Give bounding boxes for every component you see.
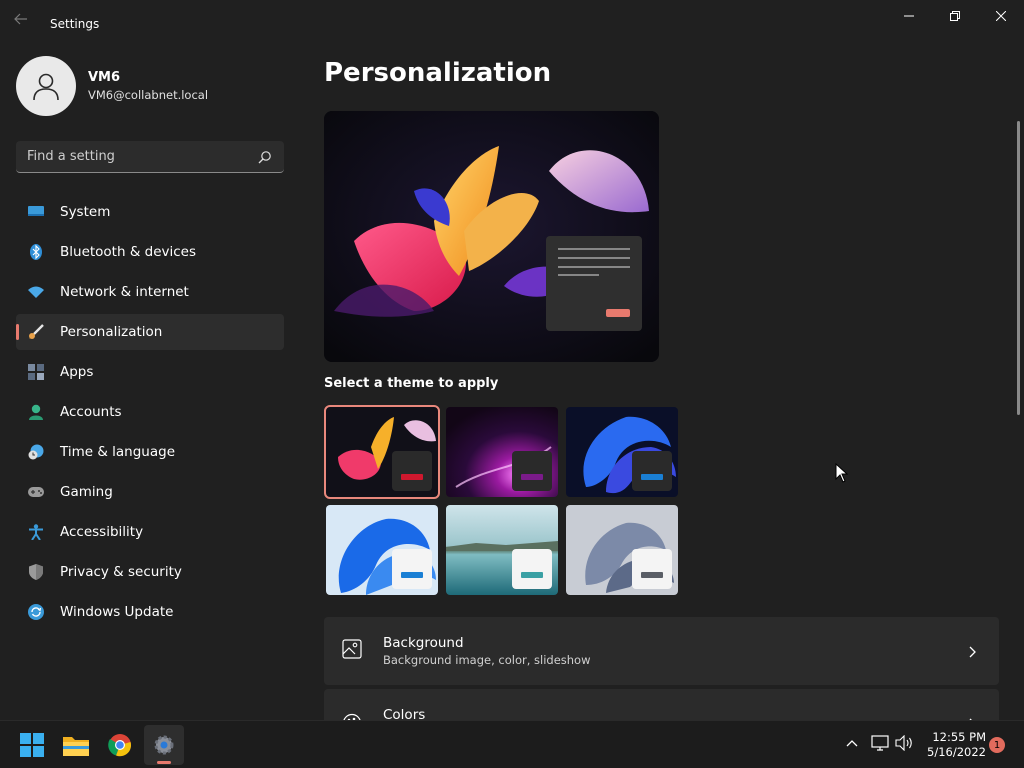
sidebar-item-label: System bbox=[60, 204, 111, 220]
theme-tile[interactable] bbox=[446, 505, 558, 595]
theme-tile[interactable] bbox=[324, 405, 440, 499]
bluetooth-icon bbox=[28, 244, 44, 260]
theme-color-preview bbox=[512, 451, 552, 491]
brush-icon bbox=[28, 324, 44, 340]
sidebar-item-label: Time & language bbox=[60, 444, 176, 460]
gamepad-icon bbox=[28, 484, 44, 500]
main-content: Personalization Select a theme to apply … bbox=[324, 0, 1014, 720]
card-subtitle: Background image, color, slideshow bbox=[383, 653, 591, 667]
speaker-icon bbox=[895, 735, 912, 751]
gear-icon bbox=[154, 735, 174, 755]
sidebar-item-privacy[interactable]: Privacy & security bbox=[16, 554, 284, 590]
sidebar-item-label: Bluetooth & devices bbox=[60, 244, 197, 260]
image-icon bbox=[342, 639, 362, 663]
sidebar-item-label: Gaming bbox=[60, 484, 113, 500]
sidebar-item-personalization[interactable]: Personalization bbox=[16, 314, 284, 350]
chrome-button[interactable] bbox=[100, 725, 140, 765]
taskbar: 12:55 PM 5/16/2022 1 bbox=[0, 720, 1024, 768]
user-email: VM6@collabnet.local bbox=[88, 88, 209, 102]
page-title: Personalization bbox=[324, 58, 552, 88]
clock-date: 5/16/2022 bbox=[927, 745, 986, 759]
update-icon bbox=[28, 604, 44, 620]
apps-icon bbox=[28, 364, 44, 380]
shield-icon bbox=[28, 564, 44, 580]
app-title: Settings bbox=[50, 17, 100, 31]
sidebar-item-label: Accessibility bbox=[60, 524, 144, 540]
sidebar-item-apps[interactable]: Apps bbox=[16, 354, 284, 390]
sidebar-item-system[interactable]: System bbox=[16, 194, 284, 230]
wifi-icon bbox=[28, 284, 44, 300]
sidebar-item-label: Privacy & security bbox=[60, 564, 182, 580]
background-settings-card[interactable]: Background Background image, color, slid… bbox=[324, 617, 999, 685]
notification-badge[interactable]: 1 bbox=[989, 737, 1005, 753]
theme-color-preview bbox=[632, 549, 672, 589]
chrome-icon bbox=[108, 734, 131, 757]
card-title: Background bbox=[383, 635, 464, 651]
show-hidden-icons-button[interactable] bbox=[842, 733, 862, 753]
sidebar-item-accessibility[interactable]: Accessibility bbox=[16, 514, 284, 550]
preview-wallpaper bbox=[324, 111, 659, 362]
sidebar-item-label: Network & internet bbox=[60, 284, 189, 300]
sidebar-item-windows-update[interactable]: Windows Update bbox=[16, 594, 284, 630]
sidebar-item-accounts[interactable]: Accounts bbox=[16, 394, 284, 430]
user-icon bbox=[33, 73, 59, 101]
account-icon bbox=[28, 404, 44, 420]
back-arrow-icon[interactable] bbox=[14, 13, 32, 29]
sidebar-item-label: Personalization bbox=[60, 324, 163, 340]
colors-settings-card[interactable]: Colors bbox=[324, 689, 999, 720]
settings-window: Settings VM6 VM6@collabnet.local Find a … bbox=[0, 0, 1024, 720]
sidebar-item-time-language[interactable]: Time & language bbox=[16, 434, 284, 470]
accessibility-icon bbox=[28, 524, 44, 540]
search-icon[interactable] bbox=[258, 149, 272, 168]
search-box[interactable] bbox=[16, 141, 284, 173]
sidebar-nav: System Bluetooth & devices Network & int… bbox=[16, 194, 284, 634]
theme-color-preview bbox=[392, 451, 432, 491]
clock-time: 12:55 PM bbox=[932, 730, 986, 744]
sidebar-item-gaming[interactable]: Gaming bbox=[16, 474, 284, 510]
theme-section-heading: Select a theme to apply bbox=[324, 376, 499, 391]
sidebar-item-label: Apps bbox=[60, 364, 94, 380]
theme-tile[interactable] bbox=[566, 505, 678, 595]
system-icon bbox=[28, 204, 44, 220]
palette-icon bbox=[342, 713, 362, 720]
sidebar-item-network[interactable]: Network & internet bbox=[16, 274, 284, 310]
user-name: VM6 bbox=[88, 70, 121, 85]
card-title: Colors bbox=[383, 707, 426, 720]
search-input[interactable] bbox=[27, 149, 247, 164]
active-app-indicator bbox=[157, 761, 171, 764]
theme-color-preview bbox=[512, 549, 552, 589]
clock-globe-icon bbox=[28, 444, 44, 460]
volume-tray-button[interactable] bbox=[894, 733, 914, 753]
theme-tile[interactable] bbox=[566, 407, 678, 497]
theme-tile[interactable] bbox=[326, 505, 438, 595]
windows-logo-icon bbox=[20, 733, 44, 757]
network-tray-button[interactable] bbox=[870, 733, 890, 753]
file-explorer-button[interactable] bbox=[56, 725, 96, 765]
sidebar-item-label: Accounts bbox=[60, 404, 122, 420]
clock[interactable]: 12:55 PM 5/16/2022 bbox=[920, 730, 986, 760]
theme-preview bbox=[324, 111, 659, 362]
avatar bbox=[16, 56, 76, 116]
theme-color-preview bbox=[392, 549, 432, 589]
chevron-up-icon bbox=[846, 740, 858, 747]
sidebar-item-label: Windows Update bbox=[60, 604, 174, 620]
chevron-right-icon bbox=[969, 643, 977, 662]
network-monitor-icon bbox=[871, 735, 889, 751]
folder-icon bbox=[63, 737, 89, 756]
start-button[interactable] bbox=[12, 725, 52, 765]
theme-tile[interactable] bbox=[446, 407, 558, 497]
user-profile[interactable]: VM6 VM6@collabnet.local bbox=[16, 56, 208, 116]
scrollbar[interactable] bbox=[1017, 121, 1020, 415]
theme-color-preview bbox=[632, 451, 672, 491]
settings-taskbar-button[interactable] bbox=[144, 725, 184, 765]
sidebar-item-bluetooth[interactable]: Bluetooth & devices bbox=[16, 234, 284, 270]
mouse-cursor-icon bbox=[835, 463, 848, 483]
